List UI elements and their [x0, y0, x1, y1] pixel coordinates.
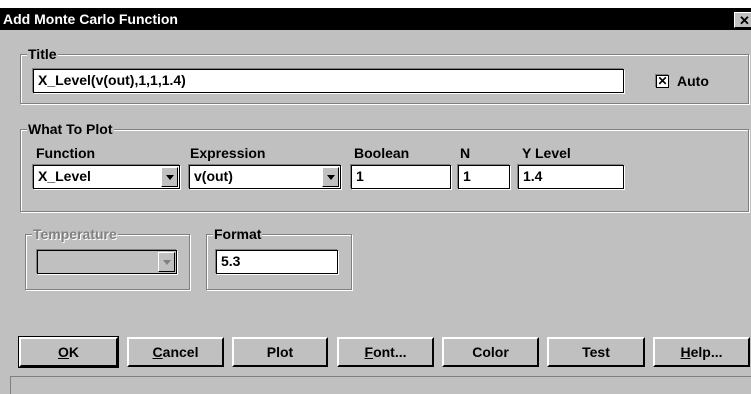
cancel-mnemonic: C [152, 344, 163, 360]
auto-checkbox[interactable]: ✕ [656, 75, 669, 88]
expression-select[interactable]: v(out) [189, 165, 341, 189]
window-title: Add Monte Carlo Function [3, 11, 178, 27]
test-label: Test [582, 344, 610, 360]
auto-label[interactable]: Auto [677, 73, 709, 89]
ok-mnemonic: O [57, 344, 69, 360]
what-to-plot-legend: What To Plot [27, 121, 114, 137]
title-input[interactable]: X_Level(v(out),1,1,1.4) [33, 69, 624, 93]
function-select[interactable]: X_Level [33, 165, 180, 189]
ok-button[interactable]: OK [18, 336, 119, 368]
function-value: X_Level [38, 168, 91, 184]
format-legend: Format [213, 226, 263, 242]
ylevel-input[interactable]: 1.4 [518, 165, 624, 189]
boolean-label: Boolean [354, 145, 410, 161]
font-mnemonic: F [364, 344, 374, 360]
cancel-button[interactable]: Cancel [127, 337, 224, 367]
color-button[interactable]: Color [442, 337, 539, 367]
format-input[interactable]: 5.3 [216, 250, 338, 274]
font-label-rest: ont... [373, 344, 407, 360]
n-label: N [460, 145, 471, 161]
font-button[interactable]: Font... [337, 337, 434, 367]
add-monte-carlo-function-dialog: Add Monte Carlo Function ✕ Title X_Level… [0, 8, 751, 394]
function-label: Function [36, 145, 96, 161]
help-button[interactable]: Help... [653, 337, 750, 367]
help-mnemonic: H [680, 344, 691, 360]
n-input[interactable]: 1 [458, 165, 510, 189]
temperature-legend: Temperature [32, 226, 118, 242]
help-label-rest: elp... [690, 344, 723, 360]
boolean-input[interactable]: 1 [351, 165, 451, 189]
ok-label-rest: K [68, 344, 79, 360]
chevron-down-icon[interactable] [161, 167, 178, 187]
cancel-label-rest: ancel [162, 344, 199, 360]
chevron-down-icon [158, 252, 175, 272]
expression-value: v(out) [194, 168, 233, 184]
color-label: Color [472, 344, 509, 360]
expression-label: Expression [190, 145, 266, 161]
title-group-legend: Title [27, 46, 58, 62]
plot-label: Plot [266, 344, 294, 360]
close-icon[interactable]: ✕ [734, 12, 751, 28]
ylevel-label: Y Level [522, 145, 571, 161]
temperature-select [37, 250, 177, 274]
title-bar[interactable]: Add Monte Carlo Function ✕ [0, 8, 751, 30]
chevron-down-icon[interactable] [322, 167, 339, 187]
status-bar [10, 376, 751, 394]
test-button[interactable]: Test [547, 337, 645, 367]
plot-button[interactable]: Plot [232, 337, 328, 367]
